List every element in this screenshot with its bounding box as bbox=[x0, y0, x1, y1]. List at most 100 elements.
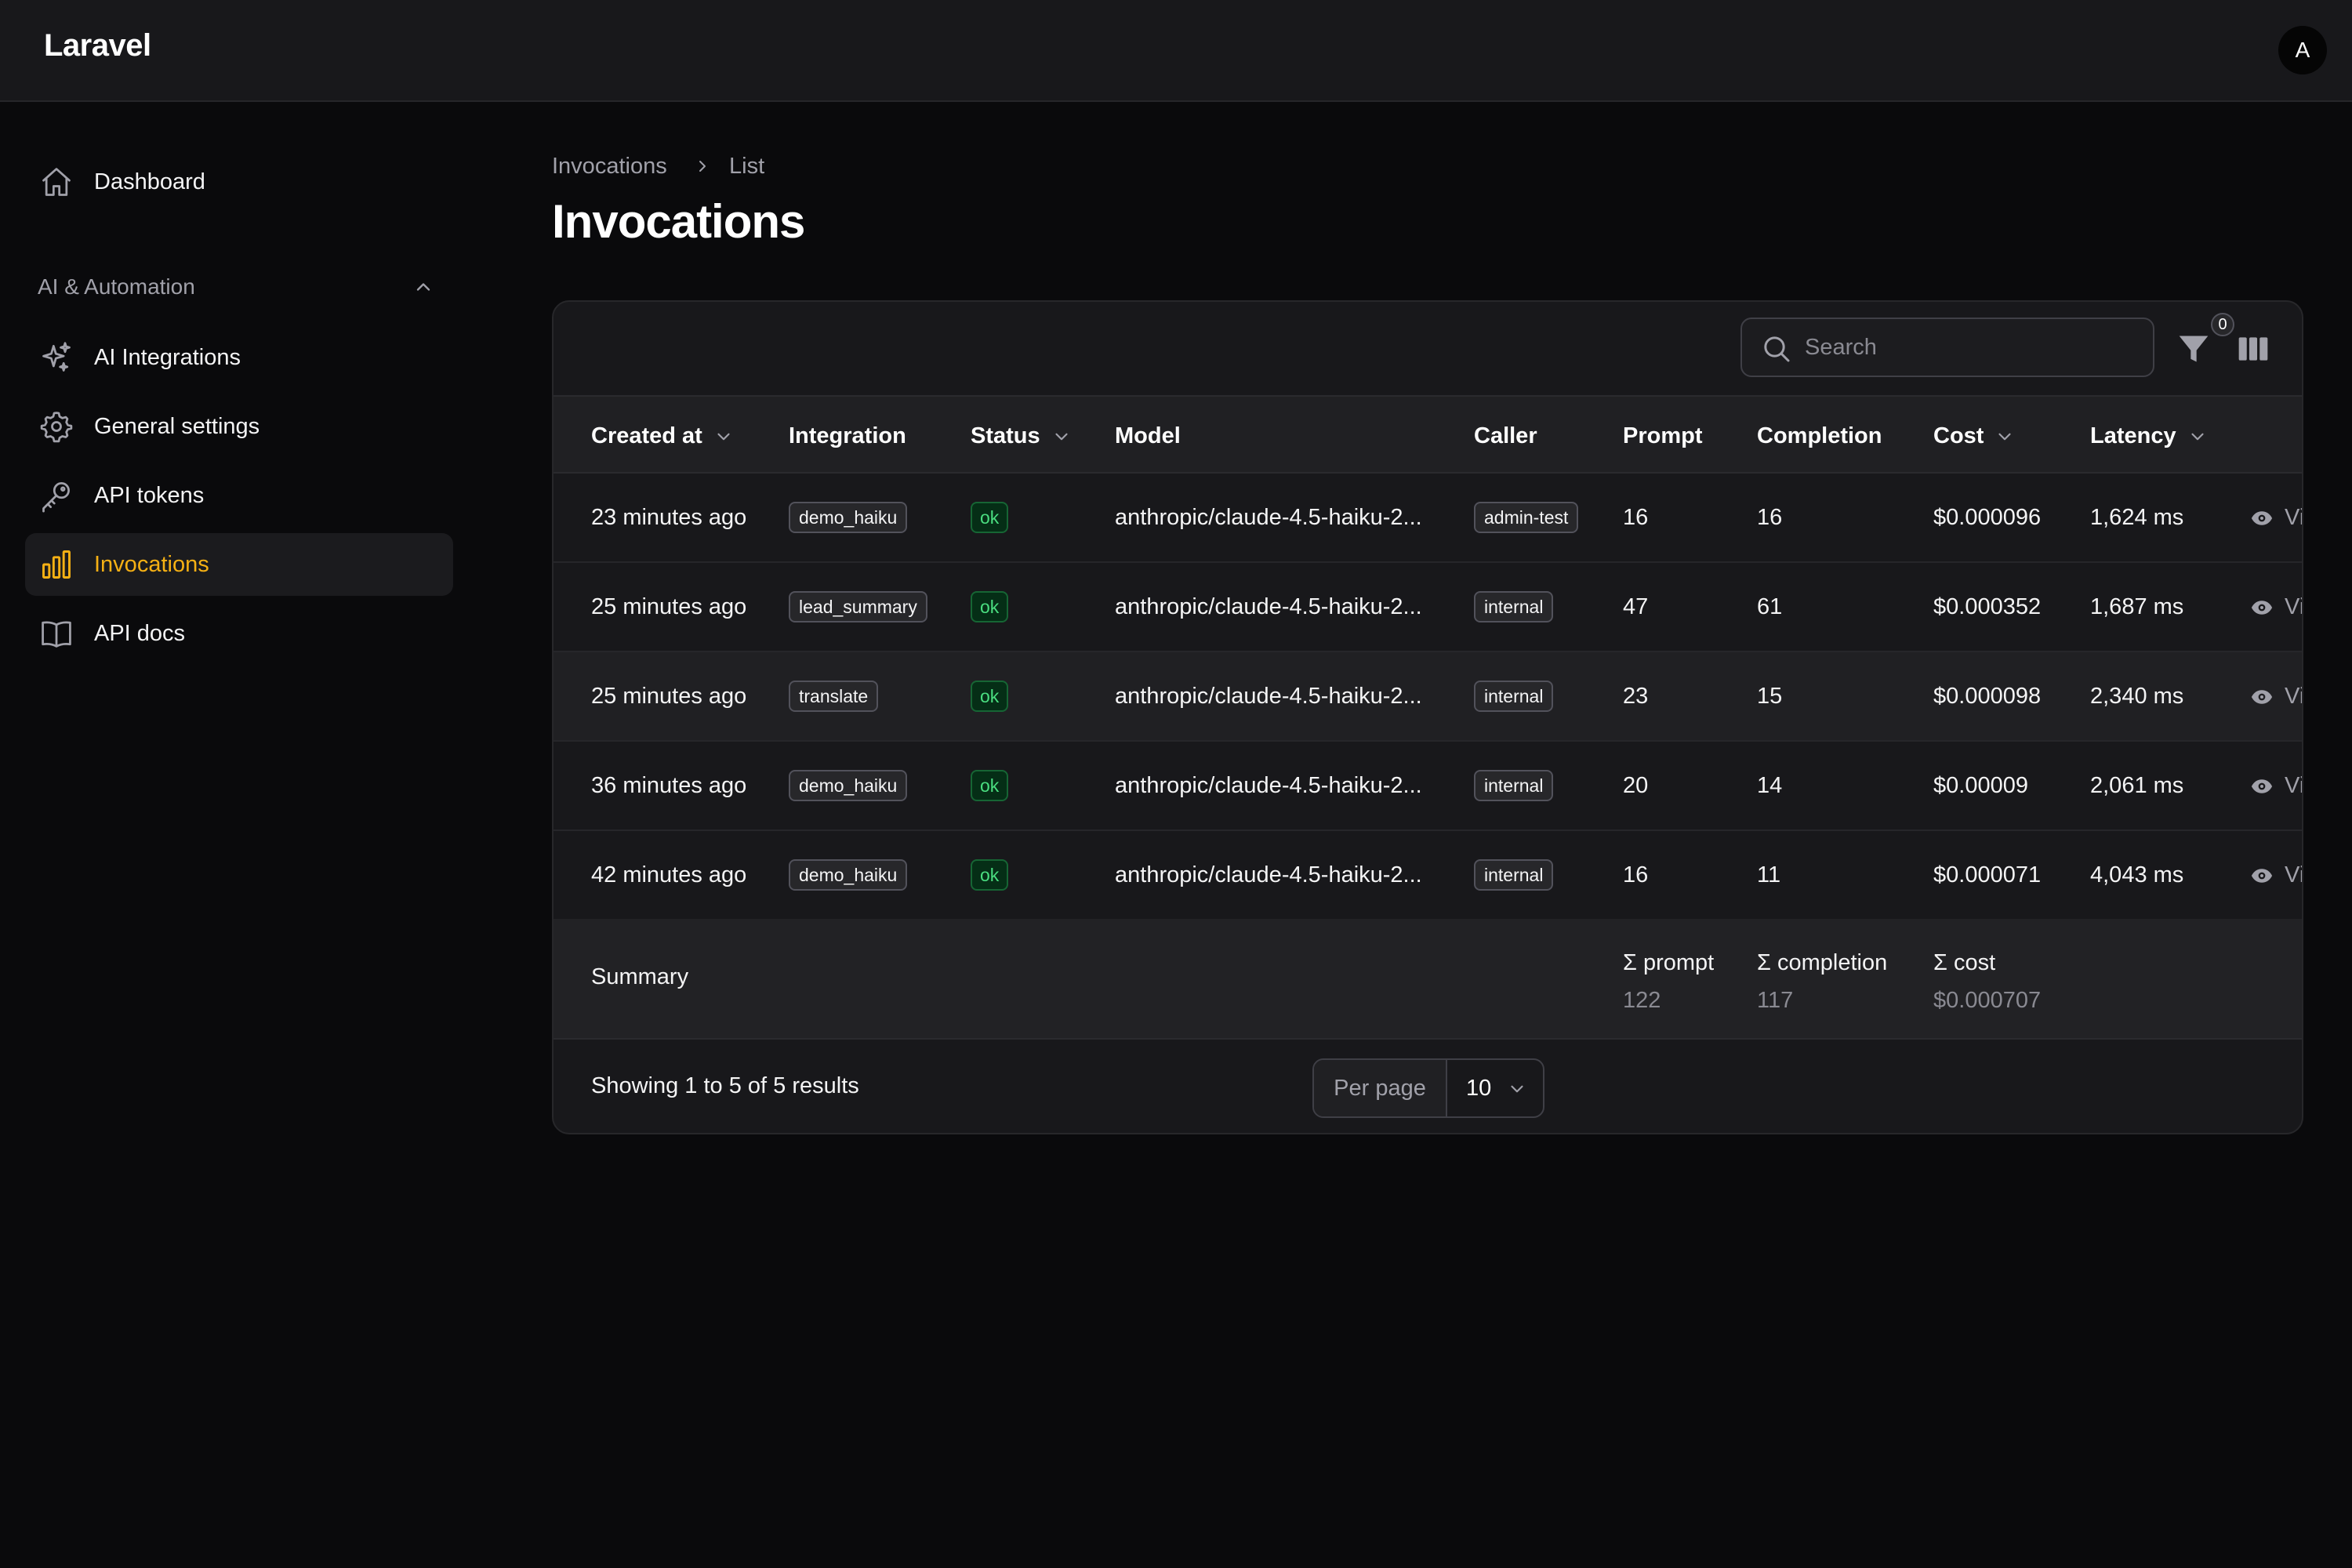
search-icon bbox=[1764, 336, 1790, 362]
per-page-selected: 10 bbox=[1466, 1075, 1492, 1101]
sidebar-item-label: Invocations bbox=[94, 551, 209, 577]
columns-icon[interactable] bbox=[2236, 332, 2270, 366]
view-action-label: Vi bbox=[2285, 862, 2303, 887]
brand-logo[interactable]: Laravel bbox=[44, 28, 151, 64]
cost-cell: $0.000352 bbox=[1933, 594, 2042, 619]
column-header-status[interactable]: Status bbox=[971, 423, 1072, 449]
completion-cell: 15 bbox=[1757, 684, 1783, 709]
sidebar-item-ai-integrations[interactable]: AI Integrations bbox=[25, 326, 453, 389]
status-badge: ok bbox=[971, 502, 1009, 533]
cost-cell: $0.000096 bbox=[1933, 505, 2042, 530]
view-action[interactable]: Vi bbox=[2250, 862, 2303, 888]
sidebar-item-general-settings[interactable]: General settings bbox=[25, 395, 453, 458]
integration-badge: lead_summary bbox=[789, 591, 927, 622]
per-page-select[interactable]: Per page 10 bbox=[1312, 1058, 1544, 1118]
caller-badge: internal bbox=[1474, 591, 1554, 622]
column-header-label: Cost bbox=[1933, 423, 1984, 448]
sidebar-item-label: General settings bbox=[94, 413, 260, 439]
per-page-value[interactable]: 10 bbox=[1447, 1060, 1543, 1116]
latency-cell: 1,687 ms bbox=[2090, 594, 2184, 619]
column-header-created-at[interactable]: Created at bbox=[591, 423, 734, 449]
view-action-label: Vi bbox=[2285, 505, 2303, 530]
per-page-label: Per page bbox=[1314, 1060, 1447, 1116]
summary-cost-label: Σ cost bbox=[1933, 950, 1996, 975]
search-box[interactable] bbox=[1740, 318, 2154, 377]
status-badge: ok bbox=[971, 859, 1009, 891]
created-at-cell: 25 minutes ago bbox=[591, 684, 747, 709]
latency-cell: 2,061 ms bbox=[2090, 773, 2184, 798]
table-row[interactable]: 25 minutes ago lead_summary ok anthropic… bbox=[554, 563, 2303, 652]
prompt-cell: 16 bbox=[1623, 862, 1649, 887]
key-icon bbox=[42, 482, 70, 513]
chevron-up-icon[interactable] bbox=[412, 276, 434, 298]
model-cell: anthropic/claude-4.5-haiku-2... bbox=[1115, 505, 1422, 530]
search-input[interactable] bbox=[1805, 319, 2142, 376]
summary-label: Summary bbox=[591, 964, 689, 989]
view-action-label: Vi bbox=[2285, 684, 2303, 709]
book-icon bbox=[42, 621, 71, 648]
column-header-prompt: Prompt bbox=[1623, 423, 1703, 449]
completion-cell: 14 bbox=[1757, 773, 1783, 798]
column-header-label: Integration bbox=[789, 423, 906, 448]
summary-prompt-value: 122 bbox=[1623, 988, 1661, 1013]
eye-icon bbox=[2251, 868, 2273, 883]
column-header-label: Status bbox=[971, 423, 1040, 448]
user-avatar[interactable]: A bbox=[2278, 26, 2327, 74]
home-icon bbox=[42, 168, 71, 196]
column-header-label: Latency bbox=[2090, 423, 2176, 448]
sparkles-icon bbox=[42, 342, 71, 372]
sidebar-item-dashboard[interactable]: Dashboard bbox=[25, 151, 453, 213]
breadcrumb-invocations[interactable]: Invocations bbox=[552, 154, 667, 180]
caller-badge: admin-test bbox=[1474, 502, 1579, 533]
sidebar-item-invocations[interactable]: Invocations bbox=[25, 533, 453, 596]
view-action[interactable]: Vi bbox=[2250, 684, 2303, 710]
integration-badge: demo_haiku bbox=[789, 859, 908, 891]
gear-icon bbox=[40, 412, 73, 443]
bar-chart-icon bbox=[42, 550, 71, 579]
chevron-right-icon bbox=[699, 161, 706, 172]
column-header-latency[interactable]: Latency bbox=[2090, 423, 2208, 449]
sidebar-item-api-tokens[interactable]: API tokens bbox=[25, 464, 453, 527]
eye-icon bbox=[2251, 689, 2273, 704]
chevron-down-icon bbox=[1055, 433, 1068, 440]
breadcrumb-list: List bbox=[729, 154, 765, 179]
column-header-caller: Caller bbox=[1474, 423, 1537, 449]
sidebar-item-label: API tokens bbox=[94, 482, 205, 508]
column-header-integration: Integration bbox=[789, 423, 906, 449]
sidebar-group-label[interactable]: AI & Automation bbox=[38, 274, 195, 299]
caller-badge: internal bbox=[1474, 859, 1554, 891]
prompt-cell: 23 bbox=[1623, 684, 1649, 709]
column-header-cost[interactable]: Cost bbox=[1933, 423, 2015, 449]
sidebar-item-label: Dashboard bbox=[94, 169, 205, 194]
table-row[interactable]: 25 minutes ago translate ok anthropic/cl… bbox=[554, 652, 2303, 742]
view-action[interactable]: Vi bbox=[2250, 505, 2303, 531]
table-row[interactable]: 36 minutes ago demo_haiku ok anthropic/c… bbox=[554, 742, 2302, 831]
prompt-cell: 47 bbox=[1623, 594, 1649, 619]
filter-icon[interactable] bbox=[2176, 332, 2211, 366]
view-action[interactable]: Vi bbox=[2250, 594, 2303, 620]
table-row[interactable]: 23 minutes ago demo_haiku ok anthropic/c… bbox=[554, 474, 2303, 563]
integration-badge: translate bbox=[789, 681, 879, 712]
cost-cell: $0.000098 bbox=[1933, 684, 2042, 709]
summary-cost-value: $0.000707 bbox=[1933, 988, 2042, 1013]
invocations-table-card: 0 Created at Integration Status Model Ca… bbox=[552, 300, 2303, 1134]
sidebar-item-label: AI Integrations bbox=[94, 344, 241, 370]
column-header-label: Caller bbox=[1474, 423, 1537, 448]
eye-icon bbox=[2251, 510, 2273, 525]
model-cell: anthropic/claude-4.5-haiku-2... bbox=[1115, 594, 1422, 619]
cost-cell: $0.000071 bbox=[1933, 862, 2042, 887]
results-count: Showing 1 to 5 of 5 results bbox=[591, 1073, 859, 1098]
summary-completion-label: Σ completion bbox=[1757, 950, 1888, 975]
eye-icon bbox=[2251, 779, 2273, 793]
chevron-down-icon bbox=[2191, 433, 2204, 440]
eye-icon bbox=[2251, 600, 2273, 615]
sidebar-item-api-docs[interactable]: API docs bbox=[25, 602, 453, 665]
table-row[interactable]: 42 minutes ago demo_haiku ok anthropic/c… bbox=[554, 831, 2303, 920]
status-badge: ok bbox=[971, 591, 1009, 622]
completion-cell: 11 bbox=[1757, 862, 1781, 887]
completion-cell: 61 bbox=[1757, 594, 1783, 619]
summary-row: Summary Σ prompt 122 Σ completion 117 Σ … bbox=[554, 919, 2302, 1040]
model-cell: anthropic/claude-4.5-haiku-2... bbox=[1115, 773, 1422, 798]
view-action[interactable]: Vi bbox=[2250, 773, 2302, 799]
view-action-label: Vi bbox=[2285, 594, 2303, 619]
